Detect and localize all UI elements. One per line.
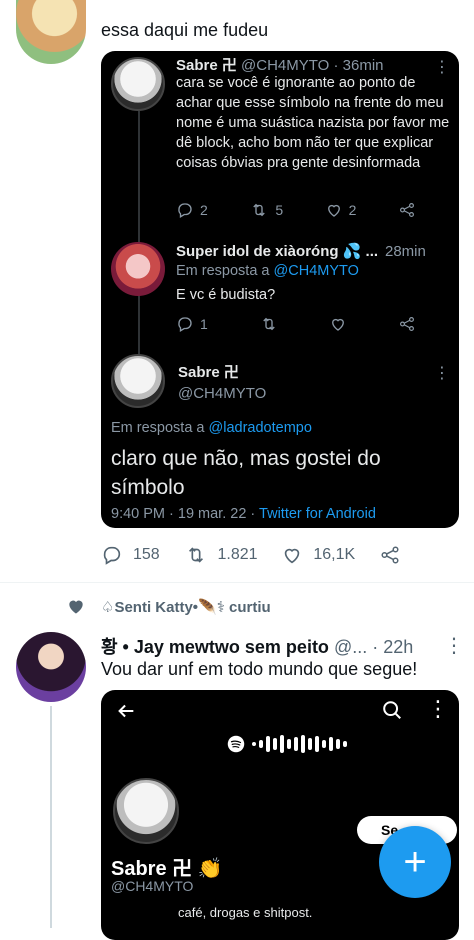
more-icon[interactable]: ⋮	[434, 363, 450, 383]
reply-context-label: Em resposta a	[176, 263, 270, 279]
reply-icon	[178, 317, 192, 332]
timestamp: · 36min	[333, 57, 384, 74]
share-icon[interactable]	[398, 315, 416, 333]
retweet-icon	[188, 547, 203, 563]
tweet-text: cara se você é ignorante ao ponto de ach…	[176, 75, 450, 171]
plus-icon: +	[403, 840, 427, 884]
spotify-icon	[227, 735, 245, 753]
reply-count: 2	[200, 202, 208, 218]
tweet-text: Vou dar unf em todo mundo que segue!	[101, 659, 418, 679]
source-link[interactable]: Twitter for Android	[259, 506, 376, 522]
more-icon[interactable]: ⋮	[444, 633, 464, 658]
avatar[interactable]	[111, 57, 165, 111]
reply-button[interactable]: 158	[101, 544, 160, 566]
profile-handle: @CH4MYTO	[111, 878, 194, 894]
reply-context-label: Em resposta a	[111, 420, 205, 436]
profile-name: Sabre 卍	[111, 858, 193, 880]
reply-button[interactable]: 1	[176, 315, 208, 333]
retweet-icon	[253, 203, 266, 217]
retweet-button[interactable]: 5	[249, 201, 283, 219]
thread-line	[50, 706, 52, 928]
reply-mention[interactable]: @CH4MYTO	[274, 263, 359, 279]
display-name[interactable]: Sabre 卍	[178, 361, 239, 382]
reply-icon	[103, 546, 121, 565]
search-icon[interactable]	[381, 699, 403, 721]
timestamp: 28min	[385, 243, 426, 260]
heart-icon	[69, 600, 83, 614]
reply-button[interactable]: 2	[176, 201, 208, 219]
spotify-code	[227, 735, 347, 753]
media-image[interactable]: ⋮ Se Sabre 卍 👏 @CH4MYTO café, drogas e s…	[101, 690, 459, 940]
like-count: 2	[348, 202, 357, 218]
like-count: 16,1K	[313, 546, 356, 563]
handle[interactable]: @...	[334, 637, 367, 657]
handle[interactable]: @CH4MYTO	[178, 385, 266, 402]
tweet-text: essa daqui me fudeu	[101, 20, 269, 40]
timestamp: · 22h	[372, 637, 414, 657]
quoted-thread-card[interactable]: Sabre 卍 @CH4MYTO · 36min ⋮ cara se você …	[101, 51, 459, 528]
heart-icon	[285, 548, 300, 564]
retweet-icon[interactable]	[259, 315, 279, 333]
more-icon[interactable]: ⋮	[427, 696, 449, 722]
retweet-count: 5	[275, 202, 284, 218]
avatar[interactable]	[16, 632, 86, 702]
display-name[interactable]: 황 • Jay mewtwo sem peito	[101, 637, 329, 657]
handle[interactable]: @CH4MYTO	[241, 57, 329, 74]
share-icon[interactable]	[398, 201, 416, 219]
back-arrow-icon[interactable]	[115, 700, 137, 722]
divider	[0, 582, 474, 583]
reply-count: 1	[200, 316, 208, 332]
avatar[interactable]	[111, 242, 165, 296]
retweet-button[interactable]: 1.821	[184, 544, 258, 566]
profile-bio: café, drogas e shitpost.	[178, 905, 313, 920]
like-button[interactable]: 2	[325, 201, 357, 219]
timestamp: 9:40 PM · 19 mar. 22 ·	[111, 506, 256, 522]
reply-mention[interactable]: @ladradotempo	[209, 420, 312, 436]
tweet-text: E vc é budista?	[176, 287, 276, 303]
display-name[interactable]: Super idol de xiàoróng 💦 ...	[176, 242, 378, 260]
social-context[interactable]: ♤Senti Katty•🪶⚕ curtiu	[101, 598, 271, 616]
display-name[interactable]: Sabre 卍	[176, 57, 237, 74]
reply-icon	[178, 203, 192, 218]
tweet-text: claro que não, mas gostei do símbolo	[111, 447, 381, 499]
reply-count: 158	[133, 546, 160, 563]
profile-avatar[interactable]	[113, 778, 179, 844]
like-button[interactable]: 16,1K	[281, 544, 355, 566]
compose-fab[interactable]: +	[379, 826, 451, 898]
heart-icon[interactable]	[329, 315, 347, 333]
heart-icon	[327, 204, 340, 217]
share-icon[interactable]	[379, 544, 401, 566]
avatar[interactable]	[111, 354, 165, 408]
avatar[interactable]	[16, 0, 86, 64]
retweet-count: 1.821	[217, 546, 258, 563]
clap-emoji: 👏	[197, 858, 223, 880]
